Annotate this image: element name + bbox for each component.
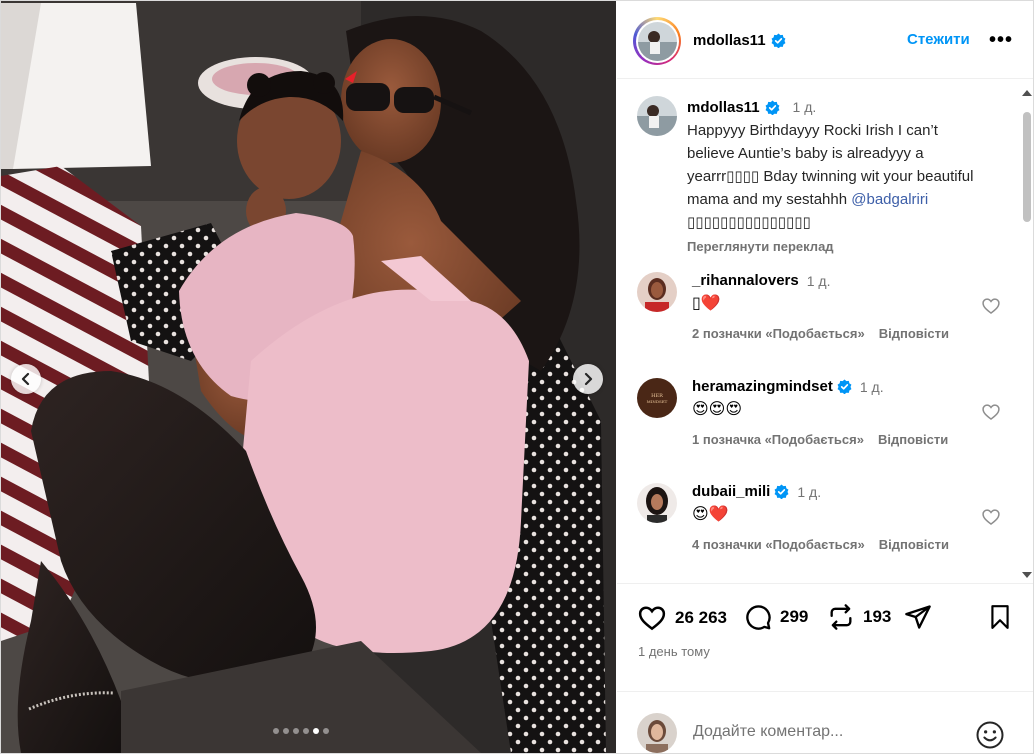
caption-text: Happyyy Birthdayyy Rocki Irish I can’t b… xyxy=(687,122,974,208)
comment-likes-count[interactable]: 1 позначка «Подобається» xyxy=(692,432,864,447)
carousel-dot xyxy=(273,728,279,734)
comments-list[interactable]: mdollas11 1 д. Happyyy Birthdayyy Rocki … xyxy=(617,80,1033,583)
comments-count[interactable]: 299 xyxy=(780,607,808,627)
comment-time[interactable]: 1 д. xyxy=(860,379,884,395)
verified-badge-icon xyxy=(771,33,785,48)
post-media[interactable] xyxy=(1,1,616,753)
avatar-image xyxy=(637,483,677,523)
commenter-username[interactable]: heramazingmindset xyxy=(692,378,833,395)
verified-badge-icon xyxy=(765,100,779,115)
avatar-image xyxy=(637,272,677,312)
scrollbar-thumb[interactable] xyxy=(1023,112,1031,222)
chevron-right-icon xyxy=(584,372,593,386)
like-button[interactable]: 26 263 xyxy=(637,603,727,633)
caption-text-tail: ▯▯▯▯▯▯▯▯▯▯▯▯▯▯▯ xyxy=(687,214,811,231)
post-time-ago[interactable]: 1 день тому xyxy=(638,644,710,659)
carousel-indicator xyxy=(273,728,329,734)
carousel-prev-button[interactable] xyxy=(11,364,41,394)
save-button[interactable] xyxy=(987,603,1013,631)
commenter-username[interactable]: dubaii_mili xyxy=(692,483,770,500)
comment-text: ▯❤️ xyxy=(692,295,721,312)
post-header: mdollas11 Стежити ••• xyxy=(617,1,1033,79)
post-side-panel: mdollas11 Стежити ••• mdollas11 1 д. Hap… xyxy=(617,1,1033,753)
comment-button[interactable]: 299 xyxy=(744,603,808,631)
avatar-image xyxy=(637,21,677,61)
comment-reply-button[interactable]: Відповісти xyxy=(879,537,949,552)
carousel-dot xyxy=(323,728,329,734)
comment-icon xyxy=(746,605,771,630)
likes-count[interactable]: 26 263 xyxy=(675,608,727,628)
comment-likes-count[interactable]: 4 позначки «Подобається» xyxy=(692,537,865,552)
comment-item: _rihannalovers 1 д. ▯❤️ 2 позначки «Подоб… xyxy=(637,272,1013,362)
caption-mention-link[interactable]: @badgalriri xyxy=(851,191,928,208)
bookmark-icon xyxy=(991,605,1009,629)
add-comment-bar xyxy=(617,691,1033,753)
carousel-dot xyxy=(313,728,319,734)
comment-like-heart-icon[interactable] xyxy=(981,296,1001,316)
comment-reply-button[interactable]: Відповісти xyxy=(878,432,948,447)
comment-item: HER MINDSET heramazingmindset 1 д. 😍😍😍 1… xyxy=(637,378,1013,468)
avatar-image: HER MINDSET xyxy=(637,378,677,418)
share-icon xyxy=(905,605,931,629)
commenter-avatar[interactable] xyxy=(637,272,677,312)
avatar-image xyxy=(637,96,677,136)
carousel-dot xyxy=(303,728,309,734)
share-button[interactable] xyxy=(904,603,932,631)
emoji-icon[interactable] xyxy=(975,720,1005,750)
follow-button[interactable]: Стежити xyxy=(907,31,970,48)
post-actions-bar: 26 263 299 193 1 день тому xyxy=(617,583,1033,691)
commenter-avatar[interactable] xyxy=(637,483,677,523)
reposts-count[interactable]: 193 xyxy=(863,607,891,627)
verified-badge-icon xyxy=(837,379,852,394)
avatar-image xyxy=(637,713,677,753)
comment-likes-count[interactable]: 2 позначки «Подобається» xyxy=(692,326,865,341)
chevron-left-icon xyxy=(21,372,30,386)
commenter-username[interactable]: _rihannalovers xyxy=(692,272,799,289)
carousel-next-button[interactable] xyxy=(573,364,603,394)
heart-icon xyxy=(638,606,666,631)
comment-like-heart-icon[interactable] xyxy=(981,402,1001,422)
scroll-down-arrow[interactable] xyxy=(1022,572,1032,578)
caption-time[interactable]: 1 д. xyxy=(793,96,817,119)
commenter-avatar[interactable]: HER MINDSET xyxy=(637,378,677,418)
comment-item: dubaii_mili 1 д. 😍❤️ 4 позначки «Подобає… xyxy=(637,483,1013,573)
see-translation-link[interactable]: Переглянути переклад xyxy=(687,235,987,258)
comment-reply-button[interactable]: Відповісти xyxy=(879,326,949,341)
caption-avatar[interactable] xyxy=(637,96,677,136)
comment-time[interactable]: 1 д. xyxy=(797,484,821,500)
comments-scrollbar[interactable] xyxy=(1021,90,1032,580)
repost-button[interactable]: 193 xyxy=(827,603,891,631)
comment-text: 😍❤️ xyxy=(692,506,729,523)
repost-icon xyxy=(830,604,852,630)
post-photo xyxy=(1,1,616,753)
add-comment-input[interactable] xyxy=(693,723,963,741)
scroll-up-arrow[interactable] xyxy=(1022,90,1032,96)
comment-like-heart-icon[interactable] xyxy=(981,507,1001,527)
carousel-dot xyxy=(283,728,289,734)
comment-text: 😍😍😍 xyxy=(692,401,743,418)
author-username[interactable]: mdollas11 xyxy=(693,32,766,49)
svg-text:MINDSET: MINDSET xyxy=(647,399,668,404)
caption-username[interactable]: mdollas11 xyxy=(687,96,760,119)
current-user-avatar xyxy=(637,713,677,753)
verified-badge-icon xyxy=(774,484,789,499)
author-avatar[interactable] xyxy=(633,17,681,65)
more-options-button[interactable]: ••• xyxy=(989,29,1013,52)
carousel-dot xyxy=(293,728,299,734)
comment-time[interactable]: 1 д. xyxy=(807,273,831,289)
